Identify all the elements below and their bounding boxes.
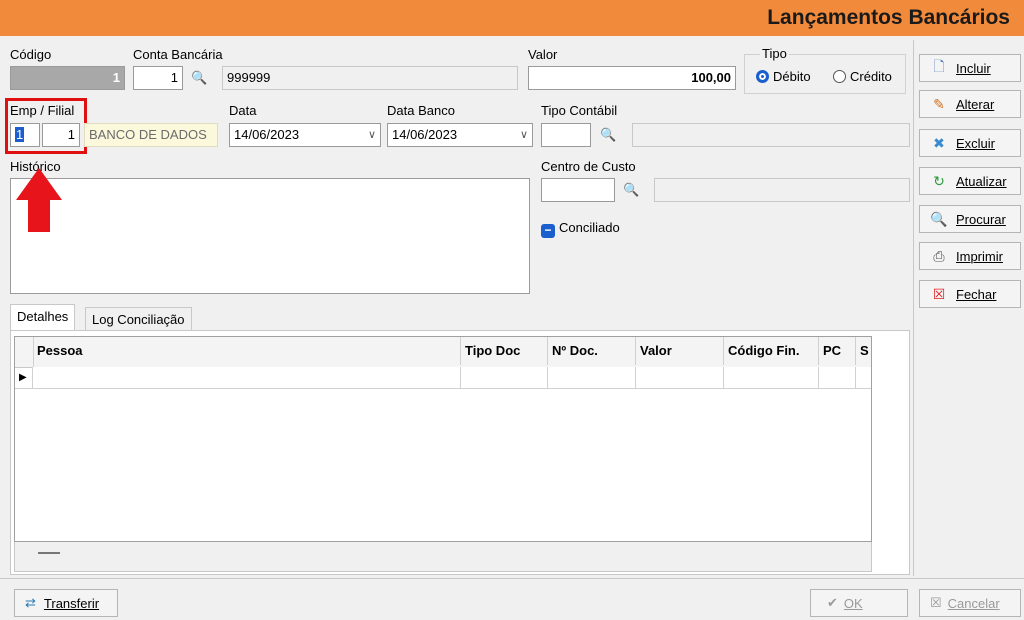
- codigo-field: 1: [10, 66, 125, 90]
- ok-button[interactable]: ✔ OK: [810, 589, 908, 617]
- tipo-debito-label: Débito: [773, 69, 811, 84]
- radio-unselected-icon: [833, 70, 846, 83]
- arrow-up-icon: [28, 198, 50, 232]
- fechar-button[interactable]: ☒ Fechar: [919, 280, 1021, 308]
- grid-indicator-header: [15, 337, 34, 367]
- conta-bancaria-label: Conta Bancária: [133, 47, 223, 62]
- grid-col-codigo-fin[interactable]: Código Fin.: [724, 337, 819, 365]
- data-label: Data: [229, 103, 257, 118]
- grid-col-pessoa[interactable]: Pessoa: [33, 337, 461, 365]
- procurar-button[interactable]: 🔍 Procurar: [919, 205, 1021, 233]
- table-row-cell[interactable]: [461, 367, 548, 389]
- filial-input[interactable]: 1: [42, 123, 80, 147]
- page-title: Lançamentos Bancários: [767, 6, 1010, 29]
- refresh-icon: ↻: [933, 172, 945, 189]
- incluir-button[interactable]: 🗋 Incluir: [919, 54, 1021, 82]
- excluir-button[interactable]: ✖ Excluir: [919, 129, 1021, 157]
- codigo-label: Código: [10, 47, 52, 62]
- valor-input[interactable]: 100,00: [528, 66, 736, 90]
- conta-bancaria-name-field: 999999: [222, 66, 518, 90]
- alterar-button[interactable]: ✎ Alterar: [919, 90, 1021, 118]
- centro-custo-name-field: [654, 178, 910, 202]
- data-picker[interactable]: 14/06/2023 ∨: [229, 123, 381, 147]
- check-icon: ✔: [827, 595, 838, 610]
- binoculars-icon[interactable]: 🔍: [191, 70, 207, 86]
- row-indicator-icon: ▶: [15, 367, 33, 389]
- conta-bancaria-code-input[interactable]: 1: [133, 66, 183, 90]
- table-row-cell[interactable]: [819, 367, 856, 389]
- centro-custo-input[interactable]: [541, 178, 615, 202]
- valor-label: Valor: [528, 47, 558, 62]
- historico-textarea[interactable]: [10, 178, 530, 294]
- grid-footer: [14, 542, 872, 572]
- grid-col-num-doc[interactable]: Nº Doc.: [548, 337, 636, 365]
- side-divider: [913, 40, 914, 576]
- centro-custo-label: Centro de Custo: [541, 159, 636, 174]
- chevron-down-icon[interactable]: ∨: [520, 124, 528, 146]
- tipo-contabil-input[interactable]: [541, 123, 591, 147]
- imprimir-button[interactable]: ⎙ Imprimir: [919, 242, 1021, 270]
- emp-filial-label: Emp / Filial: [10, 103, 75, 118]
- checkbox-indeterminate-icon: −: [541, 224, 555, 238]
- bottom-divider: [0, 578, 1024, 579]
- tipo-credito-radio[interactable]: Crédito: [833, 69, 892, 84]
- emp-name-field: BANCO DE DADOS: [84, 123, 218, 147]
- grid-col-s[interactable]: S: [856, 337, 871, 365]
- emp-input[interactable]: 1: [10, 123, 40, 147]
- binoculars-icon[interactable]: 🔍: [623, 182, 639, 198]
- tipo-credito-label: Crédito: [850, 69, 892, 84]
- tab-log-conciliacao[interactable]: Log Conciliação: [85, 307, 192, 330]
- binoculars-icon[interactable]: 🔍: [600, 127, 616, 143]
- table-row-cell[interactable]: [33, 367, 461, 389]
- printer-icon: ⎙: [933, 247, 945, 264]
- detail-grid[interactable]: Pessoa Tipo Doc Nº Doc. Valor Código Fin…: [14, 336, 872, 542]
- delete-icon: ✖: [933, 134, 945, 151]
- table-row-cell[interactable]: [636, 367, 724, 389]
- horizontal-scrollbar[interactable]: [38, 552, 60, 554]
- cancelar-button[interactable]: ☒ Cancelar: [919, 589, 1021, 617]
- tab-detalhes[interactable]: Detalhes: [10, 304, 76, 330]
- transferir-button[interactable]: ⇄ Transferir: [14, 589, 118, 617]
- chevron-down-icon[interactable]: ∨: [368, 124, 376, 146]
- data-banco-value: 14/06/2023: [392, 127, 458, 142]
- conciliado-label: Conciliado: [559, 220, 620, 235]
- transfer-icon: ⇄: [25, 595, 36, 610]
- close-window-icon: ☒: [932, 285, 946, 302]
- emp-value: 1: [15, 127, 25, 142]
- arrow-up-head: [16, 168, 62, 200]
- binoculars-icon: 🔍: [930, 210, 948, 227]
- grid-col-tipo-doc[interactable]: Tipo Doc: [461, 337, 548, 365]
- edit-icon: ✎: [933, 95, 945, 112]
- data-banco-picker[interactable]: 14/06/2023 ∨: [387, 123, 533, 147]
- new-document-icon: 🗋: [933, 58, 945, 74]
- data-value: 14/06/2023: [234, 127, 300, 142]
- tipo-label: Tipo: [760, 46, 789, 61]
- grid-col-valor[interactable]: Valor: [636, 337, 724, 365]
- table-row-cell[interactable]: [856, 367, 871, 389]
- grid-col-pc[interactable]: PC: [819, 337, 856, 365]
- table-row-cell[interactable]: [724, 367, 819, 389]
- conciliado-checkbox[interactable]: − Conciliado: [541, 220, 620, 238]
- tipo-debito-radio[interactable]: Débito: [756, 69, 811, 84]
- cancel-icon: ☒: [930, 595, 942, 610]
- radio-selected-icon: [756, 70, 769, 83]
- tipo-contabil-label: Tipo Contábil: [541, 103, 618, 118]
- table-row-cell[interactable]: [548, 367, 636, 389]
- atualizar-button[interactable]: ↻ Atualizar: [919, 167, 1021, 195]
- tipo-contabil-name-field: [632, 123, 910, 147]
- data-banco-label: Data Banco: [387, 103, 455, 118]
